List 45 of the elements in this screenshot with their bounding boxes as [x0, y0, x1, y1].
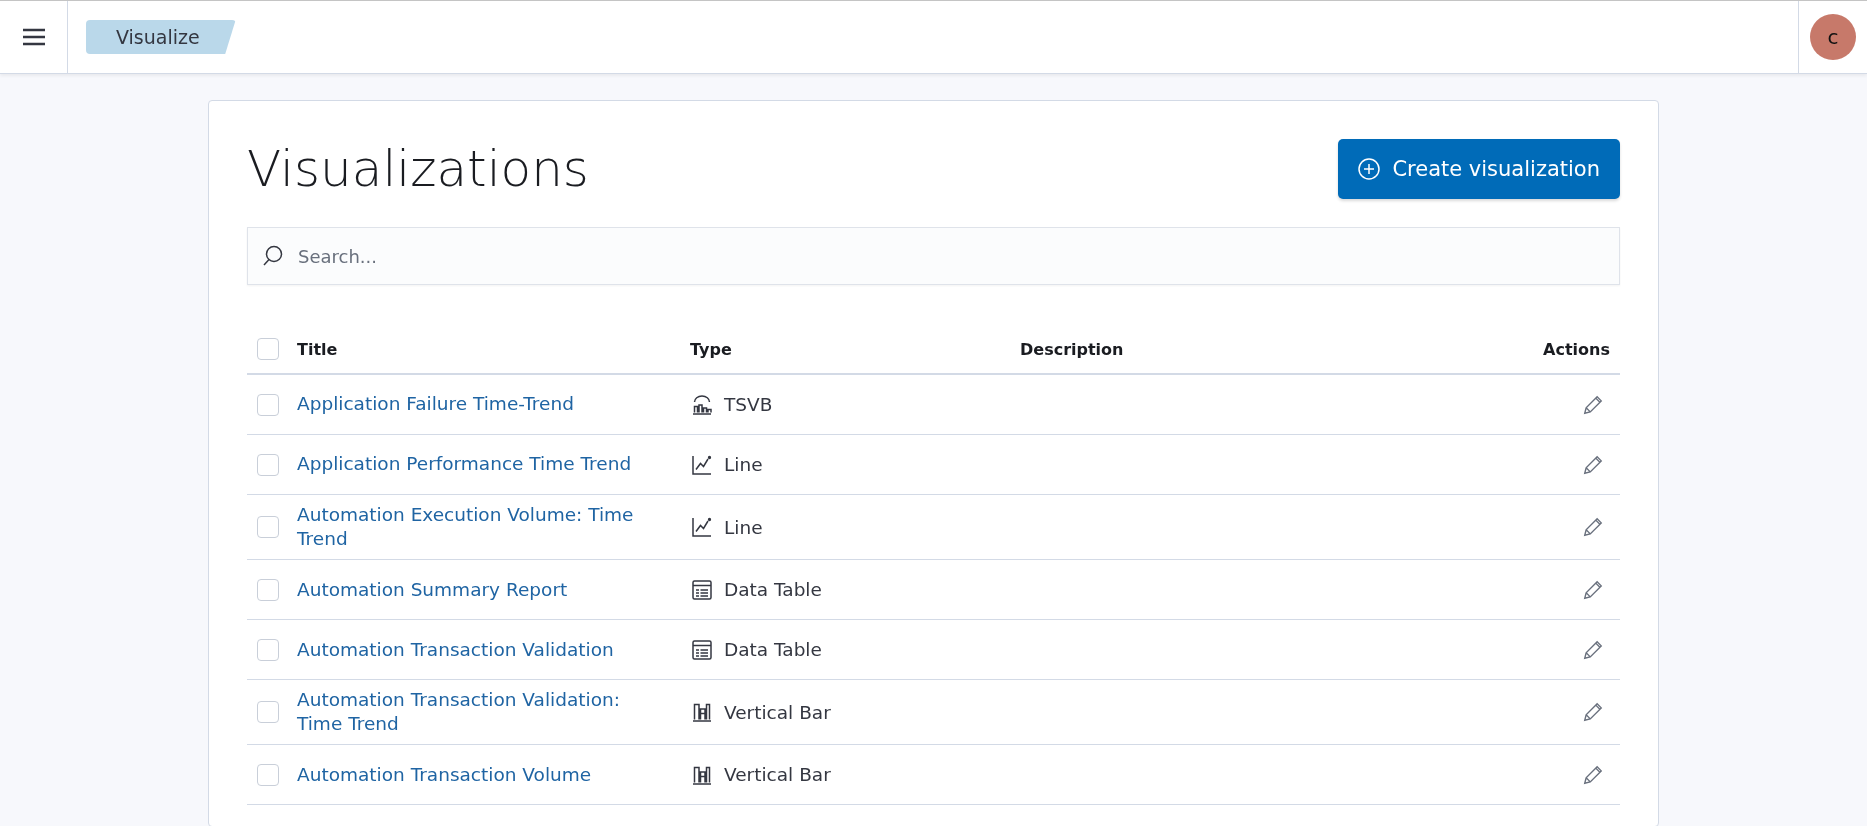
breadcrumb[interactable]: Visualize: [86, 20, 236, 54]
table-icon: [690, 577, 714, 602]
row-checkbox[interactable]: [257, 393, 279, 416]
visualization-link[interactable]: Automation Transaction Validation: [297, 637, 634, 662]
visualization-link[interactable]: Automation Summary Report: [297, 577, 588, 602]
row-checkbox[interactable]: [257, 763, 279, 786]
row-checkbox[interactable]: [257, 638, 279, 661]
type-label: Data Table: [724, 579, 822, 601]
pencil-icon: [1582, 453, 1604, 476]
pencil-icon: [1582, 516, 1604, 539]
visualization-link[interactable]: Automation Transaction Volume: [297, 762, 612, 787]
type-label: Line: [724, 454, 763, 475]
type-label: Vertical Bar: [724, 764, 831, 786]
column-header: Actions: [1542, 339, 1611, 359]
visualization-link[interactable]: Automation Transaction Validation: Time Trend: [297, 688, 690, 737]
pencil-icon: [1582, 578, 1604, 601]
column-header: Description: [1020, 339, 1125, 359]
line-chart-icon: [690, 515, 714, 540]
type-label: Line: [724, 516, 763, 538]
row-checkbox[interactable]: [257, 578, 279, 601]
visualization-link[interactable]: Application Performance Time Trend: [297, 452, 652, 477]
search-field[interactable]: Search...: [247, 227, 1620, 285]
type-label: TSVB: [724, 394, 773, 415]
type-label: Data Table: [724, 639, 822, 661]
type-label: Vertical Bar: [724, 701, 831, 723]
pencil-icon: [1582, 701, 1604, 724]
select-all-checkbox[interactable]: [257, 338, 279, 360]
user-avatar[interactable]: c: [1810, 14, 1856, 60]
visualization-link[interactable]: Application Failure Time-Trend: [297, 392, 594, 417]
row-checkbox[interactable]: [257, 701, 279, 724]
pencil-icon: [1582, 763, 1604, 786]
column-header: Type: [690, 339, 733, 359]
gauge-bars-icon: [690, 392, 714, 417]
visualization-link[interactable]: Automation Execution Volume: Time Trend: [297, 503, 690, 552]
menu-icon: [21, 27, 46, 47]
create-visualization-button[interactable]: Create visualization: [1338, 139, 1620, 199]
row-checkbox[interactable]: [257, 516, 279, 539]
table-icon: [690, 637, 714, 662]
column-header[interactable]: Title: [297, 339, 690, 359]
pencil-icon: [1582, 638, 1604, 661]
row-checkbox[interactable]: [257, 453, 279, 476]
plus-circle-icon: [1358, 158, 1381, 180]
search-icon: [261, 244, 285, 268]
page-title: Visualizations: [247, 140, 589, 198]
pencil-icon: [1582, 393, 1604, 416]
